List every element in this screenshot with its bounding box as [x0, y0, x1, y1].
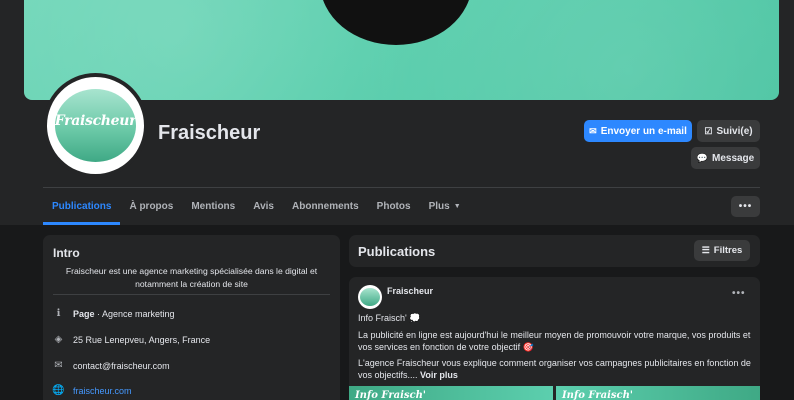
profile-avatar[interactable]: Fraischeur [43, 73, 148, 178]
category-value: · Agence marketing [94, 308, 175, 319]
filters-label: Filtres [713, 245, 743, 256]
tab-reviews[interactable]: Avis [244, 188, 283, 225]
post-author-avatar[interactable] [358, 285, 382, 309]
intro-divider [53, 294, 330, 295]
following-button[interactable]: ☑ Suivi(e) [697, 120, 760, 142]
sliders-icon: ☰ [701, 245, 710, 255]
message-label: Message [711, 152, 755, 164]
info-address: ◈ 25 Rue Lenepveu, Angers, France [53, 334, 210, 345]
caret-down-icon: ▼ [453, 203, 461, 210]
avatar-logo: Fraischeur [47, 77, 144, 174]
category-label: Page [73, 308, 95, 319]
info-category: ℹ Page · Agence marketing [53, 308, 175, 319]
publications-header: Publications ☰ Filtres [349, 235, 760, 267]
tab-about[interactable]: À propos [120, 188, 182, 225]
intro-card: Intro Fraischeur est une agence marketin… [43, 235, 340, 400]
more-options-button[interactable]: ••• [731, 196, 760, 217]
see-more-link[interactable]: Voir plus [420, 370, 458, 380]
tab-label: À propos [129, 201, 174, 212]
tab-publications[interactable]: Publications [43, 188, 121, 225]
intro-title: Intro [53, 246, 80, 260]
send-email-button[interactable]: ✉ Envoyer un e-mail [584, 120, 692, 142]
tab-label: Avis [253, 201, 274, 212]
post-card: Fraischeur ••• Info Fraisch' 💭 La public… [349, 277, 760, 400]
directions-icon: ◈ [54, 334, 63, 345]
post-text-paragraph: L'agence Fraischeur vous explique commen… [358, 357, 753, 381]
tab-mentions[interactable]: Mentions [182, 188, 244, 225]
tab-label: Abonnements [292, 201, 359, 212]
envelope-icon: ✉ [589, 125, 597, 136]
messenger-icon: 💬 [696, 152, 708, 163]
post-options-button[interactable]: ••• [732, 288, 746, 299]
tab-photos[interactable]: Photos [368, 188, 420, 225]
post-image[interactable]: Info Fraisch' [349, 386, 553, 400]
info-website: 🌐 fraischeur.com [52, 385, 132, 396]
intro-description: Fraischeur est une agence marketing spéc… [65, 266, 318, 289]
tab-label: Mentions [191, 201, 236, 212]
following-label: Suivi(e) [716, 125, 753, 137]
envelope-icon: ✉ [54, 360, 63, 371]
post-text: L'agence Fraischeur vous explique commen… [358, 358, 751, 380]
post-text-line: Info Fraisch' 💭 [358, 313, 421, 323]
tab-followers[interactable]: Abonnements [283, 188, 368, 225]
post-image[interactable]: Info Fraisch' [556, 386, 760, 400]
follow-check-icon: ☑ [704, 125, 713, 136]
image-caption: Info Fraisch' [355, 390, 426, 400]
tab-more[interactable]: Plus ▼ [420, 188, 470, 225]
info-icon: ℹ [56, 308, 61, 319]
info-email: ✉ contact@fraischeur.com [53, 360, 170, 371]
page-title: Fraischeur [158, 122, 261, 144]
tab-label: Publications [52, 201, 112, 212]
website-link[interactable]: fraischeur.com [73, 386, 132, 396]
post-author[interactable]: Fraischeur [387, 286, 433, 296]
tab-label: Photos [376, 201, 411, 212]
cover-photo[interactable] [24, 0, 779, 100]
email-text[interactable]: contact@fraischeur.com [73, 361, 170, 371]
globe-icon: 🌐 [52, 385, 65, 396]
address-text: 25 Rue Lenepveu, Angers, France [73, 334, 211, 345]
post-text-paragraph: La publicité en ligne est aujourd'hui le… [358, 330, 751, 352]
filters-button[interactable]: ☰ Filtres [694, 240, 750, 261]
message-button[interactable]: 💬 Message [691, 147, 760, 169]
page-tabs: Publications À propos Mentions Avis Abon… [43, 188, 470, 225]
tab-label: Plus [428, 201, 450, 212]
send-email-label: Envoyer un e-mail [600, 125, 687, 137]
logo-text: Fraischeur [54, 113, 137, 129]
publications-title: Publications [358, 244, 436, 259]
cover-graphic [320, 0, 472, 45]
image-caption: Info Fraisch' [562, 390, 633, 400]
